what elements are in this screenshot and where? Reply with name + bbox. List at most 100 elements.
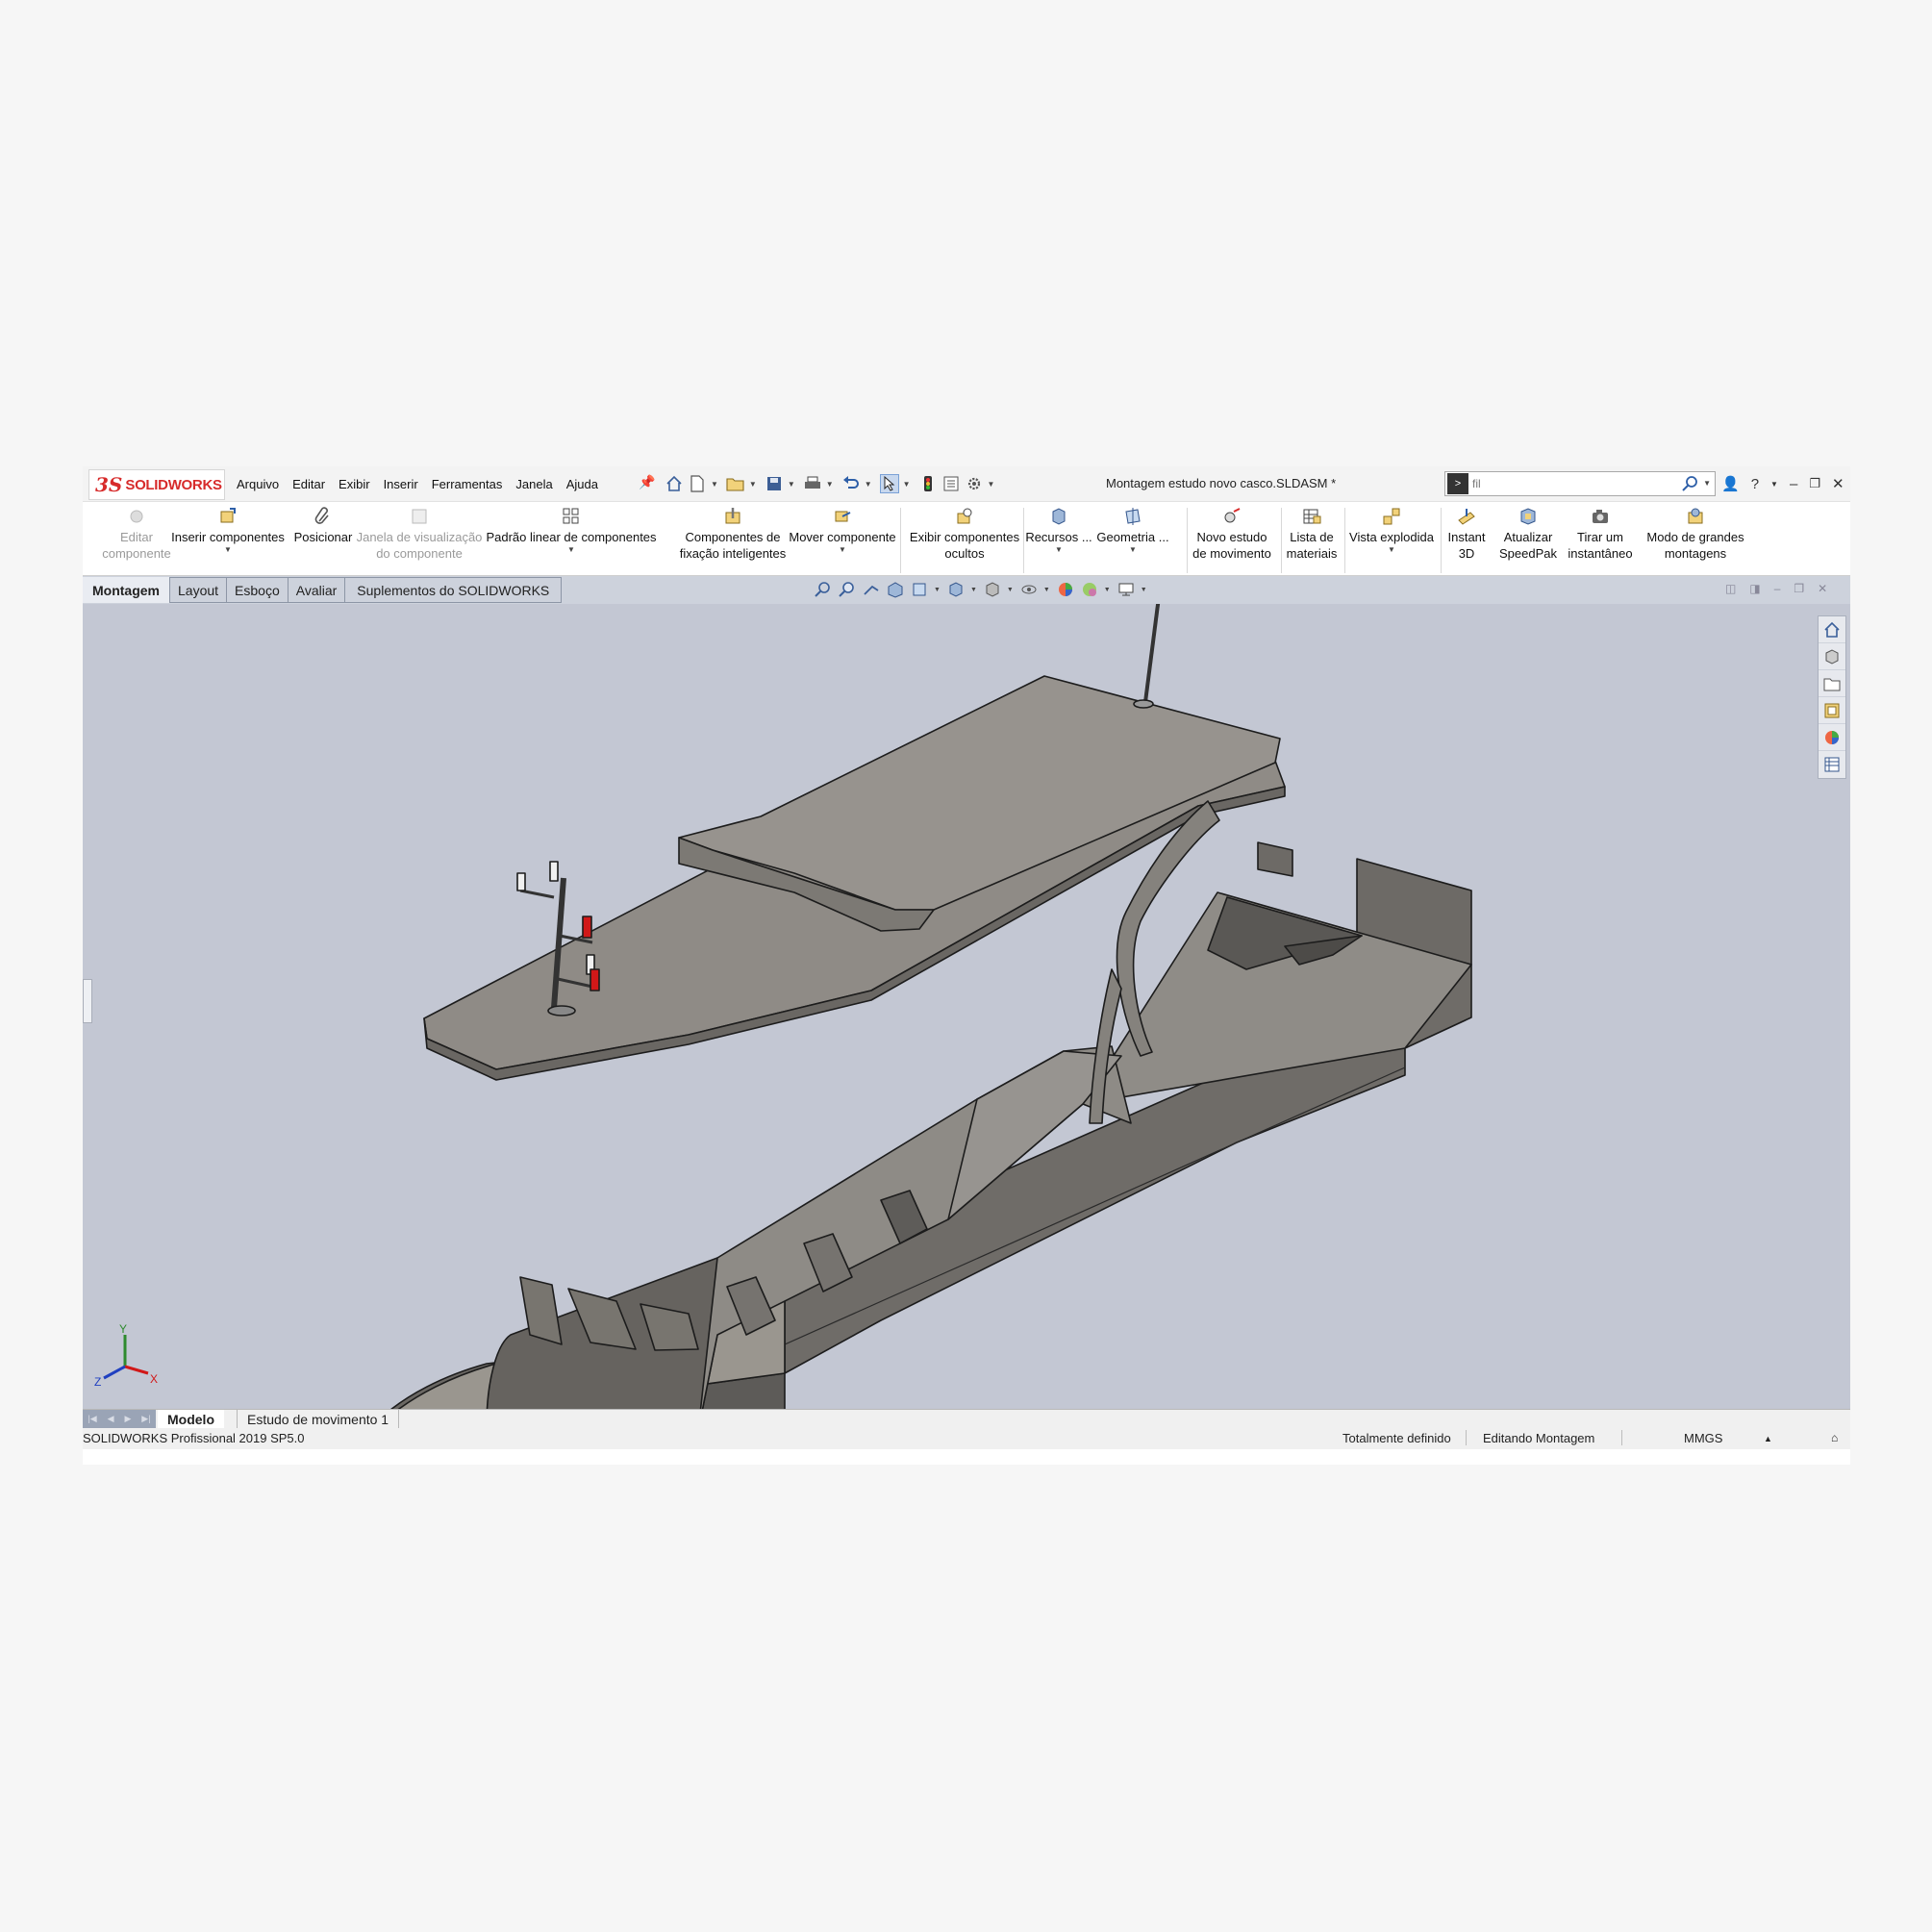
options-dropdown-icon[interactable]: ▼ — [988, 480, 995, 489]
section-view-icon[interactable] — [886, 580, 905, 599]
display-style-icon[interactable] — [983, 580, 1002, 599]
view-palette-icon[interactable] — [1819, 697, 1845, 724]
viewport-close-icon[interactable]: ✕ — [1818, 582, 1827, 595]
tags-icon[interactable]: ⌂ — [1831, 1431, 1838, 1444]
insert-components-dropdown-icon[interactable]: ▼ — [224, 545, 232, 555]
view-orientation-icon[interactable] — [946, 580, 966, 599]
tab-scroll-arrows[interactable]: |◀ ◀ ▶ ▶| — [83, 1410, 156, 1428]
new-document-icon[interactable] — [688, 474, 707, 493]
new-motion-study-button[interactable]: Novo estudo de movimento — [1189, 506, 1275, 562]
select-dropdown-icon[interactable]: ▼ — [903, 480, 911, 489]
viewport-restore-icon[interactable]: ❐ — [1794, 582, 1804, 595]
boat-assembly-model[interactable]: Y X Z — [83, 604, 1850, 1409]
zoom-to-area-icon[interactable] — [838, 580, 857, 599]
tab-suplementos[interactable]: Suplementos do SOLIDWORKS — [345, 577, 563, 603]
component-preview-button[interactable]: Janela de visualização do componente — [356, 506, 483, 562]
edit-appearance-icon[interactable] — [1056, 580, 1075, 599]
move-component-dropdown-icon[interactable]: ▼ — [839, 545, 846, 555]
file-explorer-icon[interactable] — [1819, 670, 1845, 697]
new-dropdown-icon[interactable]: ▼ — [711, 480, 718, 489]
pin-menu-icon[interactable]: 📌 — [639, 474, 655, 490]
pattern-dropdown-icon[interactable]: ▼ — [567, 545, 575, 555]
feature-manager-flyout-handle[interactable] — [83, 979, 92, 1023]
insert-components-button[interactable]: Inserir componentes ▼ — [165, 506, 290, 555]
dynamic-annotation-icon[interactable] — [910, 580, 929, 599]
select-cursor-icon[interactable] — [879, 474, 899, 493]
display-style-dropdown-icon[interactable]: ▼ — [970, 587, 977, 593]
tab-motion-study-1[interactable]: Estudo de movimento 1 — [237, 1410, 400, 1428]
viewport-tile-icon[interactable]: ◫ — [1725, 582, 1736, 595]
apply-scene-dropdown-icon[interactable]: ▼ — [1104, 587, 1111, 593]
prev-tab-icon[interactable]: ◀ — [108, 1414, 114, 1424]
user-account-icon[interactable]: 👤 — [1721, 475, 1740, 492]
smart-fasteners-button[interactable]: Componentes de fixação inteligentes — [665, 506, 800, 562]
appearances-scenes-icon[interactable] — [1819, 724, 1845, 751]
search-box[interactable]: > ▼ — [1444, 471, 1716, 496]
solidworks-resources-home-icon[interactable] — [1819, 616, 1845, 643]
move-component-button[interactable]: Mover componente ▼ — [781, 506, 904, 555]
zoom-to-fit-icon[interactable] — [814, 580, 833, 599]
undo-dropdown-icon[interactable]: ▼ — [865, 480, 872, 489]
file-properties-icon[interactable] — [941, 474, 961, 493]
menu-editar[interactable]: Editar — [292, 477, 325, 491]
edit-appearance-dropdown-icon[interactable]: ▼ — [1043, 587, 1050, 593]
geometry-dropdown-icon[interactable]: ▼ — [1129, 545, 1137, 555]
open-dropdown-icon[interactable]: ▼ — [749, 480, 757, 489]
large-assembly-mode-button[interactable]: Modo de grandes montagens — [1639, 506, 1752, 562]
menu-ajuda[interactable]: Ajuda — [566, 477, 598, 491]
exploded-view-dropdown-icon[interactable]: ▼ — [1388, 545, 1395, 555]
print-icon[interactable] — [803, 474, 822, 493]
rebuild-traffic-light-icon[interactable] — [918, 474, 938, 493]
bill-of-materials-button[interactable]: Lista de materiais — [1283, 506, 1341, 562]
next-tab-icon[interactable]: ▶ — [124, 1414, 131, 1424]
undo-icon[interactable] — [841, 474, 861, 493]
custom-properties-icon[interactable] — [1819, 751, 1845, 778]
tab-layout[interactable]: Layout — [169, 577, 228, 603]
help-icon[interactable]: ? — [1751, 476, 1759, 492]
view-settings-monitor-icon[interactable] — [1117, 580, 1136, 599]
menu-janela[interactable]: Janela — [515, 477, 552, 491]
menu-arquivo[interactable]: Arquivo — [237, 477, 279, 491]
menu-inserir[interactable]: Inserir — [384, 477, 418, 491]
instant-3d-button[interactable]: Instant 3D — [1443, 506, 1491, 562]
hide-show-dropdown-icon[interactable]: ▼ — [1007, 587, 1014, 593]
solidworks-logo[interactable]: 3S SOLIDWORKS — [88, 469, 225, 500]
unit-system[interactable]: MMGS — [1684, 1431, 1722, 1445]
home-icon[interactable] — [665, 474, 684, 493]
tab-montagem[interactable]: Montagem — [83, 577, 169, 603]
print-dropdown-icon[interactable]: ▼ — [826, 480, 834, 489]
view-settings-dropdown-icon[interactable]: ▼ — [1141, 587, 1147, 593]
graphics-area[interactable]: Y X Z — [83, 604, 1850, 1409]
minimize-icon[interactable]: – — [1790, 476, 1797, 492]
menu-exibir[interactable]: Exibir — [339, 477, 370, 491]
exploded-view-button[interactable]: Vista explodida ▼ — [1346, 506, 1437, 555]
help-dropdown-icon[interactable]: ▼ — [1770, 480, 1778, 489]
features-dropdown-icon[interactable]: ▼ — [1055, 545, 1063, 555]
take-snapshot-button[interactable]: Tirar um instantâneo — [1562, 506, 1639, 562]
first-tab-icon[interactable]: |◀ — [88, 1414, 96, 1424]
previous-view-icon[interactable] — [862, 580, 881, 599]
reference-geometry-button[interactable]: Geometria ... ▼ — [1094, 506, 1171, 555]
view-orientation-dropdown-icon[interactable]: ▼ — [934, 587, 941, 593]
unit-system-dropdown-icon[interactable]: ▲ — [1764, 1434, 1772, 1443]
search-input[interactable] — [1472, 477, 1665, 490]
open-folder-icon[interactable] — [726, 474, 745, 493]
viewport-split-icon[interactable]: ◨ — [1749, 582, 1760, 595]
apply-scene-icon[interactable] — [1080, 580, 1099, 599]
mate-button[interactable]: Posicionar — [289, 506, 357, 545]
save-dropdown-icon[interactable]: ▼ — [788, 480, 795, 489]
restore-icon[interactable]: ❐ — [1809, 476, 1820, 491]
options-gear-icon[interactable] — [965, 474, 984, 493]
tab-modelo[interactable]: Modelo — [158, 1410, 224, 1428]
command-search-icon[interactable]: > — [1447, 473, 1468, 494]
search-dropdown-icon[interactable]: ▼ — [1703, 479, 1711, 488]
save-icon[interactable] — [765, 474, 784, 493]
linear-component-pattern-button[interactable]: Padrão linear de componentes ▼ — [485, 506, 658, 555]
viewport-minimize-icon[interactable]: – — [1774, 582, 1781, 595]
last-tab-icon[interactable]: ▶| — [141, 1414, 150, 1424]
close-icon[interactable]: ✕ — [1832, 475, 1844, 492]
tab-avaliar[interactable]: Avaliar — [288, 577, 346, 603]
reference-features-button[interactable]: Recursos ... ▼ — [1025, 506, 1092, 555]
design-library-icon[interactable] — [1819, 643, 1845, 670]
menu-ferramentas[interactable]: Ferramentas — [432, 477, 503, 491]
